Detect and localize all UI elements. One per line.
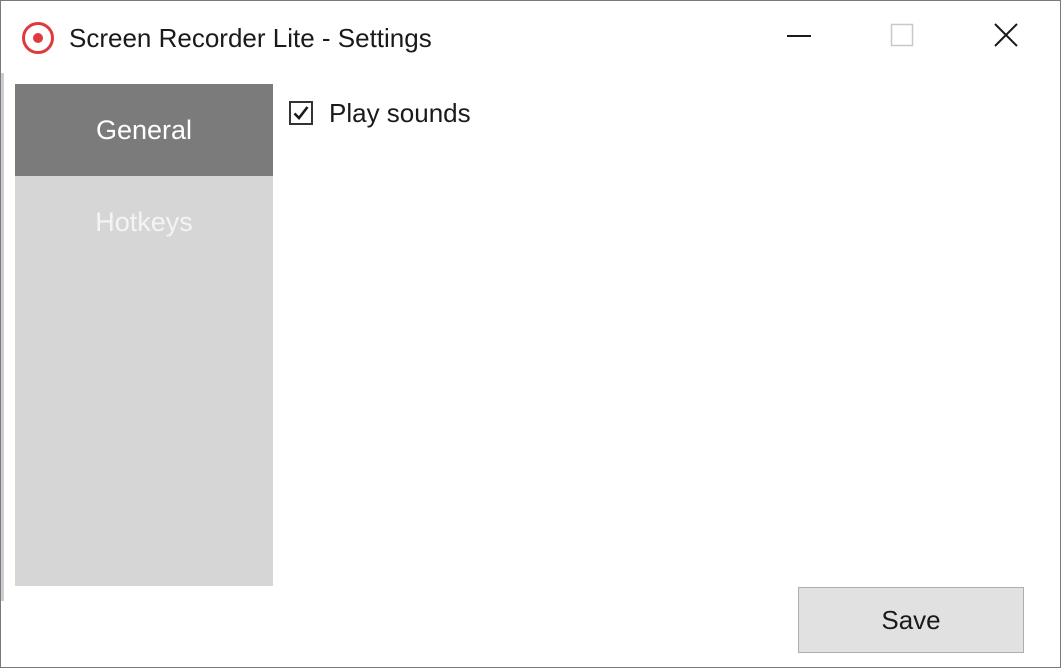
- settings-sidebar: General Hotkeys: [15, 84, 273, 586]
- play-sounds-option[interactable]: Play sounds: [289, 97, 471, 129]
- record-icon: [21, 21, 55, 55]
- minimize-icon: [786, 22, 812, 53]
- sidebar-item-hotkeys[interactable]: Hotkeys: [15, 176, 273, 268]
- window-edge-shadow: [1, 61, 4, 601]
- play-sounds-label[interactable]: Play sounds: [329, 97, 471, 129]
- general-settings-panel: Play sounds: [289, 97, 471, 129]
- title-bar[interactable]: Screen Recorder Lite - Settings: [1, 1, 1060, 73]
- minimize-button[interactable]: [764, 9, 834, 65]
- settings-window: Screen Recorder Lite - Settings General …: [0, 0, 1061, 668]
- maximize-button[interactable]: [867, 9, 937, 65]
- sidebar-item-label: Hotkeys: [95, 206, 193, 237]
- save-button-label: Save: [881, 604, 941, 635]
- close-icon: [993, 22, 1019, 53]
- close-button[interactable]: [971, 9, 1041, 65]
- play-sounds-checkbox[interactable]: [289, 101, 313, 125]
- checkmark-icon: [293, 106, 309, 120]
- sidebar-item-general[interactable]: General: [15, 84, 273, 176]
- sidebar-item-label: General: [95, 114, 193, 145]
- window-title: Screen Recorder Lite - Settings: [69, 23, 432, 53]
- maximize-icon: [890, 23, 914, 52]
- save-button[interactable]: Save: [798, 587, 1024, 653]
